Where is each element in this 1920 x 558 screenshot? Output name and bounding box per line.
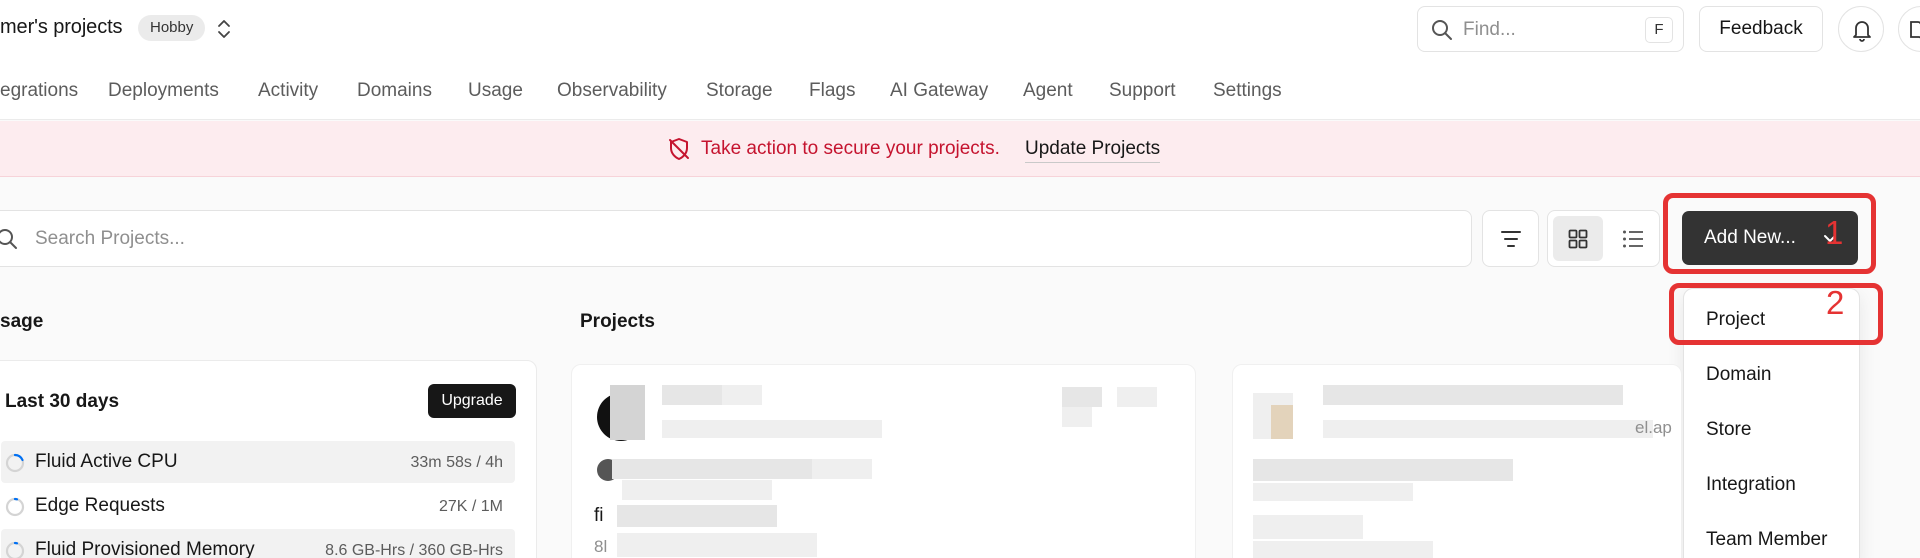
search-icon [0,227,19,251]
filter-button[interactable] [1482,210,1539,267]
pixelated-block [1323,385,1623,405]
view-toggle [1547,210,1660,267]
projects-section-title: Projects [580,311,655,332]
find-shortcut-key: F [1645,17,1673,43]
usage-row[interactable]: Edge Requests 27K / 1M [1,485,515,527]
book-icon [1910,21,1920,39]
update-projects-link[interactable]: Update Projects [1025,138,1161,163]
pixelated-block [1253,483,1413,501]
shield-off-icon [667,137,691,161]
tab-ai-gateway[interactable]: AI Gateway [890,80,988,102]
project-name-fragment: fi [594,505,604,526]
menu-item-integration[interactable]: Integration [1706,474,1796,496]
pixelated-block [1271,405,1293,439]
pixelated-block [1323,420,1653,438]
tab-domains[interactable]: Domains [357,80,432,102]
pixelated-block [1117,387,1157,407]
tab-deployments[interactable]: Deployments [108,80,219,102]
security-banner: Take action to secure your projects. Upd… [0,121,1920,177]
pixelated-block [662,385,722,405]
project-card[interactable]: el.ap [1232,364,1682,558]
bell-icon [1853,21,1871,42]
team-name[interactable]: mer's projects [0,16,123,39]
nav-tabs: egrations Deployments Activity Domains U… [0,58,1920,120]
top-bar: mer's projects Hobby Find... F Feedback [0,0,1920,58]
menu-item-team-member[interactable]: Team Member [1706,529,1827,551]
pixelated-block [612,459,812,479]
annotation-number-2: 2 [1826,284,1845,321]
pixelated-block [662,420,882,438]
usage-section-title: sage [0,311,44,332]
tab-settings[interactable]: Settings [1213,80,1282,102]
docs-button[interactable] [1898,6,1920,52]
pixelated-block [617,505,777,527]
annotation-box-1 [1663,193,1876,274]
usage-ring-icon [5,453,25,473]
tab-storage[interactable]: Storage [706,80,773,102]
tab-flags[interactable]: Flags [809,80,855,102]
tab-integrations[interactable]: egrations [0,80,78,102]
pixelated-block [812,459,872,479]
project-card[interactable]: fi 8l [571,364,1196,558]
pixelated-block [1253,541,1433,558]
search-projects-input[interactable] [35,225,635,253]
usage-period: Last 30 days [5,391,120,412]
usage-row-value: 27K / 1M [438,498,503,515]
find-input[interactable]: Find... F [1417,6,1684,52]
team-switcher-chevron-icon[interactable] [215,18,233,40]
menu-item-domain[interactable]: Domain [1706,364,1771,386]
project-url-fragment: el.ap [1635,418,1672,437]
pixelated-block [1062,407,1092,427]
usage-row-name: Fluid Provisioned Memory [35,539,255,558]
pixelated-block [1253,413,1271,439]
usage-card: Last 30 days Upgrade Fluid Active CPU 33… [0,360,537,558]
pixelated-block [1253,515,1363,539]
banner-message: Take action to secure your projects. [701,138,1000,159]
usage-ring-icon [5,541,25,558]
annotation-number-1: 1 [1825,214,1844,251]
pixelated-block [617,533,817,557]
search-icon [1430,18,1454,42]
pixelated-block [1062,387,1102,407]
grid-icon [1568,229,1588,249]
usage-row-value: 33m 58s / 4h [410,454,504,471]
pixelated-block [1253,459,1513,481]
annotation-box-2 [1669,283,1883,345]
usage-row-value: 8.6 GB-Hrs / 360 GB-Hrs [325,542,503,558]
usage-row[interactable]: Fluid Active CPU 33m 58s / 4h [1,441,515,483]
grid-view-button[interactable] [1553,216,1603,261]
find-placeholder: Find... [1463,19,1516,40]
pixelated-block [610,420,645,440]
tab-activity[interactable]: Activity [258,80,318,102]
filter-icon [1501,231,1521,247]
pixelated-block [722,385,762,405]
list-view-button[interactable] [1608,216,1658,261]
upgrade-button[interactable]: Upgrade [428,384,516,418]
tab-observability[interactable]: Observability [557,80,667,102]
tab-agent[interactable]: Agent [1023,80,1073,102]
plan-badge: Hobby [138,15,206,41]
feedback-button[interactable]: Feedback [1699,6,1823,52]
usage-ring-icon [5,497,25,517]
search-projects-field[interactable] [0,210,1472,267]
usage-row-name: Fluid Active CPU [35,451,178,472]
menu-item-store[interactable]: Store [1706,419,1751,441]
usage-row-name: Edge Requests [35,495,165,516]
tab-support[interactable]: Support [1109,80,1176,102]
list-icon [1623,230,1643,248]
notifications-button[interactable] [1838,6,1884,52]
tab-usage[interactable]: Usage [468,80,523,102]
pixelated-block [610,385,645,420]
project-meta-fragment: 8l [594,537,608,556]
usage-row[interactable]: Fluid Provisioned Memory 8.6 GB-Hrs / 36… [1,529,515,558]
pixelated-block [622,480,772,500]
